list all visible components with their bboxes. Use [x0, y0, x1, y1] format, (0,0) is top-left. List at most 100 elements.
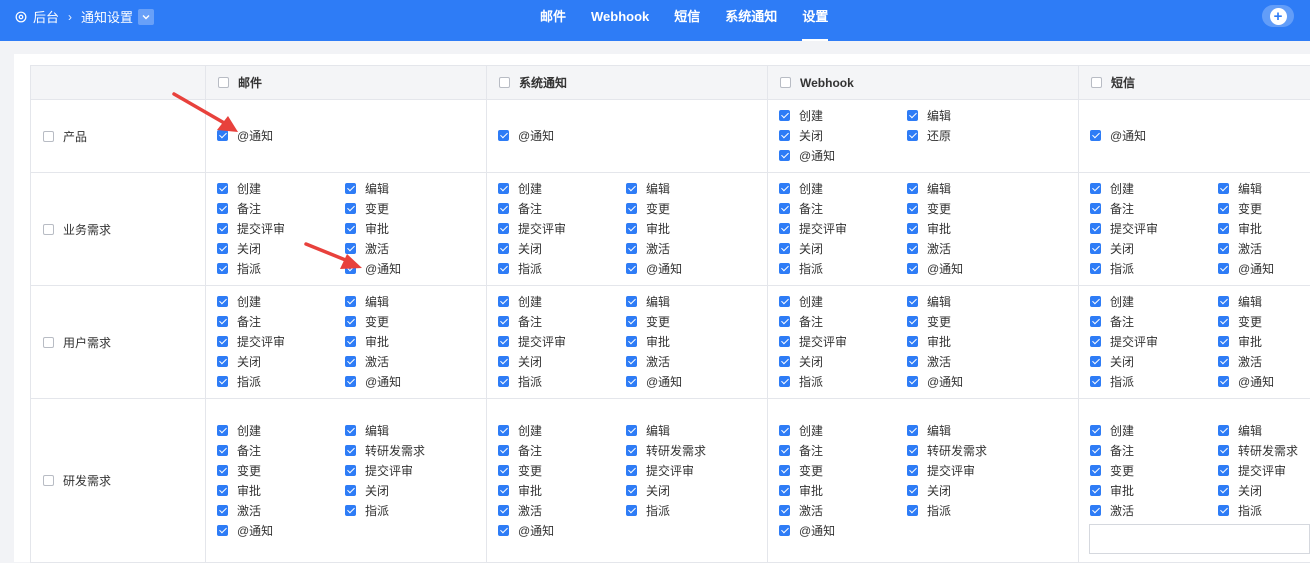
option-item[interactable]: 变更 — [1090, 463, 1218, 479]
checkbox-checked[interactable] — [1218, 505, 1229, 516]
checkbox-checked[interactable] — [779, 150, 790, 161]
checkbox-checked[interactable] — [626, 263, 637, 274]
option-item[interactable]: 激活 — [345, 354, 473, 370]
checkbox-checked[interactable] — [626, 243, 637, 254]
option-item[interactable]: @通知 — [907, 374, 1035, 390]
option-item[interactable]: 审批 — [345, 221, 473, 237]
checkbox-checked[interactable] — [498, 243, 509, 254]
option-item[interactable]: 编辑 — [626, 181, 754, 197]
option-item[interactable]: 变更 — [626, 201, 754, 217]
option-item[interactable]: @通知 — [345, 374, 473, 390]
option-item[interactable]: 指派 — [1090, 374, 1218, 390]
checkbox-checked[interactable] — [345, 356, 356, 367]
option-item[interactable]: 编辑 — [345, 423, 473, 439]
checkbox-checked[interactable] — [498, 445, 509, 456]
checkbox-checked[interactable] — [217, 336, 228, 347]
checkbox[interactable] — [1091, 77, 1102, 88]
checkbox-checked[interactable] — [907, 336, 918, 347]
checkbox-checked[interactable] — [1218, 356, 1229, 367]
option-item[interactable]: 创建 — [498, 294, 626, 310]
checkbox-checked[interactable] — [217, 485, 228, 496]
option-item[interactable]: 审批 — [907, 334, 1035, 350]
checkbox-checked[interactable] — [779, 525, 790, 536]
checkbox-checked[interactable] — [626, 376, 637, 387]
checkbox-checked[interactable] — [626, 356, 637, 367]
checkbox-checked[interactable] — [1090, 296, 1101, 307]
option-item[interactable]: 关闭 — [907, 483, 1035, 499]
checkbox-checked[interactable] — [779, 356, 790, 367]
checkbox-checked[interactable] — [217, 296, 228, 307]
option-item[interactable]: 备注 — [1090, 201, 1218, 217]
option-item[interactable]: 指派 — [345, 503, 473, 519]
option-item[interactable]: 提交评审 — [779, 334, 907, 350]
checkbox-checked[interactable] — [907, 263, 918, 274]
option-item[interactable]: 创建 — [1090, 423, 1218, 439]
option-item[interactable]: 备注 — [217, 443, 345, 459]
option-item[interactable]: 审批 — [626, 221, 754, 237]
option-item[interactable]: 提交评审 — [1090, 334, 1218, 350]
checkbox-checked[interactable] — [907, 445, 918, 456]
checkbox-checked[interactable] — [907, 130, 918, 141]
add-button[interactable]: + — [1262, 5, 1294, 27]
checkbox-checked[interactable] — [345, 445, 356, 456]
option-item[interactable]: 激活 — [345, 241, 473, 257]
checkbox-checked[interactable] — [1218, 243, 1229, 254]
option-item[interactable]: 激活 — [907, 354, 1035, 370]
checkbox-checked[interactable] — [779, 296, 790, 307]
checkbox-checked[interactable] — [626, 183, 637, 194]
checkbox-checked[interactable] — [779, 485, 790, 496]
tab-0[interactable]: 邮件 — [540, 0, 566, 33]
checkbox-checked[interactable] — [1090, 316, 1101, 327]
checkbox-checked[interactable] — [217, 316, 228, 327]
option-item[interactable]: 变更 — [498, 463, 626, 479]
option-item[interactable]: 备注 — [498, 201, 626, 217]
option-item[interactable]: 备注 — [779, 443, 907, 459]
checkbox-checked[interactable] — [1090, 485, 1101, 496]
option-item[interactable]: 关闭 — [1090, 354, 1218, 370]
text-input[interactable] — [1089, 524, 1310, 554]
option-item[interactable]: 审批 — [1090, 483, 1218, 499]
option-item[interactable]: 提交评审 — [498, 221, 626, 237]
option-item[interactable]: 激活 — [779, 503, 907, 519]
option-item[interactable]: 创建 — [1090, 294, 1218, 310]
option-item[interactable]: 创建 — [498, 423, 626, 439]
option-item[interactable]: 备注 — [498, 314, 626, 330]
checkbox-checked[interactable] — [1090, 336, 1101, 347]
checkbox-checked[interactable] — [907, 203, 918, 214]
checkbox-checked[interactable] — [1090, 203, 1101, 214]
checkbox-checked[interactable] — [626, 485, 637, 496]
checkbox-checked[interactable] — [1090, 356, 1101, 367]
checkbox-checked[interactable] — [1090, 263, 1101, 274]
option-item[interactable]: 创建 — [1090, 181, 1218, 197]
checkbox-checked[interactable] — [217, 263, 228, 274]
option-item[interactable]: 变更 — [626, 314, 754, 330]
checkbox-checked[interactable] — [779, 336, 790, 347]
checkbox[interactable] — [780, 77, 791, 88]
option-item[interactable]: 关闭 — [498, 354, 626, 370]
checkbox-checked[interactable] — [1218, 425, 1229, 436]
checkbox-checked[interactable] — [779, 316, 790, 327]
checkbox-checked[interactable] — [498, 183, 509, 194]
option-item[interactable]: 激活 — [1218, 354, 1310, 370]
option-item[interactable]: 编辑 — [1218, 294, 1310, 310]
checkbox-checked[interactable] — [1218, 263, 1229, 274]
checkbox-checked[interactable] — [345, 263, 356, 274]
option-item[interactable]: 还原 — [907, 128, 1035, 144]
option-item[interactable]: 指派 — [498, 374, 626, 390]
option-item[interactable]: 提交评审 — [907, 463, 1035, 479]
option-item[interactable]: 备注 — [217, 201, 345, 217]
option-item[interactable]: 创建 — [779, 423, 907, 439]
checkbox-checked[interactable] — [626, 316, 637, 327]
option-item[interactable]: 转研发需求 — [1218, 443, 1310, 459]
option-item[interactable]: 提交评审 — [626, 463, 754, 479]
checkbox-checked[interactable] — [907, 316, 918, 327]
checkbox-checked[interactable] — [498, 296, 509, 307]
option-item[interactable]: @通知 — [217, 128, 345, 144]
checkbox-checked[interactable] — [498, 505, 509, 516]
option-item[interactable]: 激活 — [1218, 241, 1310, 257]
option-item[interactable]: @通知 — [1218, 374, 1310, 390]
checkbox[interactable] — [43, 475, 54, 486]
checkbox[interactable] — [43, 131, 54, 142]
checkbox-checked[interactable] — [345, 223, 356, 234]
checkbox-checked[interactable] — [907, 296, 918, 307]
